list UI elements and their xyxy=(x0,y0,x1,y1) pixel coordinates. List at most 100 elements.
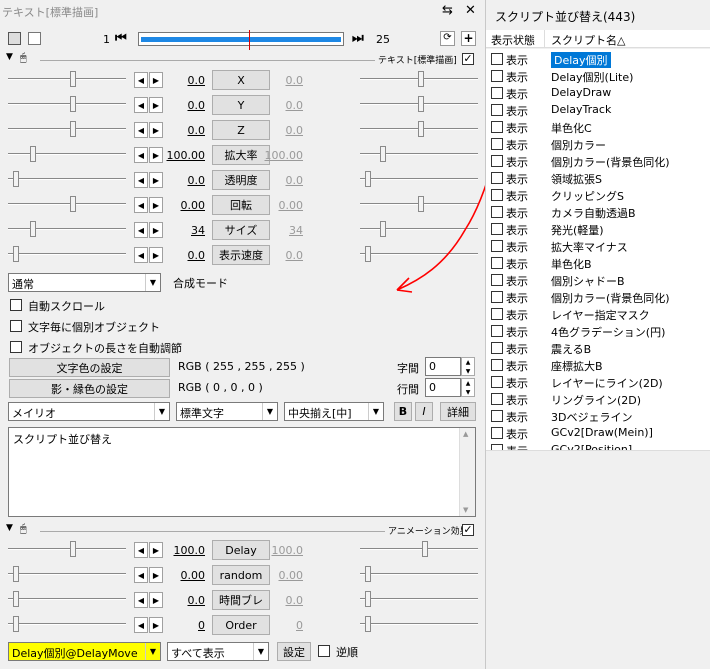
collapse-triangle-icon[interactable]: ▼ xyxy=(6,523,13,533)
script-row[interactable]: 表示 単色化B xyxy=(486,255,710,272)
script-name[interactable]: レイヤー指定マスク xyxy=(551,307,650,323)
increment-icon[interactable]: ▶ xyxy=(149,592,163,608)
slider-thumb[interactable] xyxy=(13,246,19,262)
value-end[interactable]: 100.00 xyxy=(263,149,304,162)
value-start[interactable]: 0.0 xyxy=(165,174,206,187)
script-checkbox[interactable] xyxy=(491,410,503,422)
font-select[interactable]: メイリオ ▼ xyxy=(8,402,170,421)
slider-start[interactable] xyxy=(8,589,126,609)
script-row[interactable]: 表示 拡大率マイナス xyxy=(486,238,710,255)
script-checkbox[interactable] xyxy=(491,359,503,371)
slider-thumb[interactable] xyxy=(365,616,371,632)
script-row[interactable]: 表示 座標拡大B xyxy=(486,357,710,374)
script-checkbox[interactable] xyxy=(491,308,503,320)
decrement-icon[interactable]: ◀ xyxy=(134,147,148,163)
script-name[interactable]: 拡大率マイナス xyxy=(551,239,628,255)
slider-thumb[interactable] xyxy=(30,221,36,237)
slider-thumb[interactable] xyxy=(70,71,76,87)
horizontal-scrollbar[interactable] xyxy=(486,450,710,462)
value-end[interactable]: 0.0 xyxy=(263,74,304,87)
param-button[interactable]: random xyxy=(212,565,270,585)
timeline-cursor[interactable] xyxy=(249,30,250,50)
value-start[interactable]: 0.00 xyxy=(165,199,206,212)
script-name[interactable]: 3Dベジェライン xyxy=(551,409,632,425)
increment-icon[interactable]: ▶ xyxy=(149,222,163,238)
bold-button[interactable]: B xyxy=(394,402,412,421)
slider-start[interactable] xyxy=(8,614,126,634)
checkbox-auto-scroll[interactable] xyxy=(10,299,22,311)
slider-thumb[interactable] xyxy=(13,616,19,632)
slider-thumb[interactable] xyxy=(365,246,371,262)
chevron-down-icon[interactable]: ▼ xyxy=(463,506,468,514)
increment-icon[interactable]: ▶ xyxy=(149,172,163,188)
script-checkbox[interactable] xyxy=(491,138,503,150)
detail-button[interactable]: 詳細 xyxy=(440,402,476,421)
decrement-icon[interactable]: ◀ xyxy=(134,72,148,88)
increment-icon[interactable]: ▶ xyxy=(149,247,163,263)
script-name[interactable]: 発光(軽量) xyxy=(551,222,604,238)
script-row[interactable]: 表示 震えるB xyxy=(486,340,710,357)
script-name[interactable]: Delay個別 xyxy=(551,52,611,68)
script-row[interactable]: 表示 レイヤーにライン(2D) xyxy=(486,374,710,391)
value-start[interactable]: 0.0 xyxy=(165,249,206,262)
script-name[interactable]: 座標拡大B xyxy=(551,358,603,374)
script-row[interactable]: 表示 GCv2[Draw(Mein)] xyxy=(486,425,710,442)
script-checkbox[interactable] xyxy=(491,325,503,337)
script-checkbox[interactable] xyxy=(491,240,503,252)
script-name[interactable]: 震えるB xyxy=(551,341,591,357)
slider-thumb[interactable] xyxy=(30,146,36,162)
decrement-icon[interactable]: ◀ xyxy=(134,592,148,608)
script-name[interactable]: Delay個別(Lite) xyxy=(551,69,633,85)
slider-thumb[interactable] xyxy=(70,121,76,137)
column-divider[interactable] xyxy=(544,30,545,48)
script-checkbox[interactable] xyxy=(491,206,503,218)
slider-start[interactable] xyxy=(8,194,126,214)
slider-start[interactable] xyxy=(8,539,126,559)
slider-start[interactable] xyxy=(8,244,126,264)
value-start[interactable]: 34 xyxy=(165,224,205,237)
script-checkbox[interactable] xyxy=(491,104,503,116)
script-row[interactable]: 表示 カメラ自動透過B xyxy=(486,204,710,221)
value-start[interactable]: 0.0 xyxy=(165,124,206,137)
script-checkbox[interactable] xyxy=(491,189,503,201)
char-spacing-spinner[interactable]: ▲ ▼ xyxy=(461,357,475,376)
slider-thumb[interactable] xyxy=(70,196,76,212)
increment-icon[interactable]: ▶ xyxy=(149,197,163,213)
script-checkbox[interactable] xyxy=(491,223,503,235)
increment-icon[interactable]: ▶ xyxy=(149,97,163,113)
script-checkbox[interactable] xyxy=(491,274,503,286)
slider-start[interactable] xyxy=(8,564,126,584)
checkbox-per-char[interactable] xyxy=(10,320,22,332)
decrement-icon[interactable]: ◀ xyxy=(134,172,148,188)
next-frame-icon[interactable]: ⏭ xyxy=(352,31,369,48)
script-checkbox[interactable] xyxy=(491,121,503,133)
decrement-icon[interactable]: ◀ xyxy=(134,122,148,138)
show-select[interactable]: すべて表示 ▼ xyxy=(167,642,269,661)
script-row[interactable]: 表示 個別カラー xyxy=(486,136,710,153)
script-checkbox[interactable] xyxy=(491,53,503,65)
value-start[interactable]: 0.00 xyxy=(165,569,206,582)
script-name[interactable]: クリッピングS xyxy=(551,188,624,204)
script-checkbox[interactable] xyxy=(491,257,503,269)
script-row[interactable]: 表示 個別カラー(背景色同化) xyxy=(486,153,710,170)
param-button[interactable]: 透明度 xyxy=(212,170,270,190)
param-button[interactable]: Delay xyxy=(212,540,270,560)
value-start[interactable]: 0.0 xyxy=(165,74,206,87)
value-end[interactable]: 0.0 xyxy=(263,174,304,187)
script-row[interactable]: 表示 リングライン(2D) xyxy=(486,391,710,408)
increment-icon[interactable]: ▶ xyxy=(149,617,163,633)
increment-icon[interactable]: ▶ xyxy=(149,72,163,88)
slider-start[interactable] xyxy=(8,169,126,189)
timeline-track[interactable] xyxy=(138,30,344,50)
script-checkbox[interactable] xyxy=(491,393,503,405)
script-checkbox[interactable] xyxy=(491,291,503,303)
increment-icon[interactable]: ▶ xyxy=(149,567,163,583)
script-checkbox[interactable] xyxy=(491,342,503,354)
script-row[interactable]: 表示 Delay個別(Lite) xyxy=(486,68,710,85)
slider-start[interactable] xyxy=(8,94,126,114)
settings-button[interactable]: 設定 xyxy=(277,642,311,661)
script-name[interactable]: 個別カラー(背景色同化) xyxy=(551,154,670,170)
value-end[interactable]: 0.0 xyxy=(263,99,304,112)
param-button[interactable]: サイズ xyxy=(212,220,270,240)
increment-icon[interactable]: ▶ xyxy=(149,542,163,558)
